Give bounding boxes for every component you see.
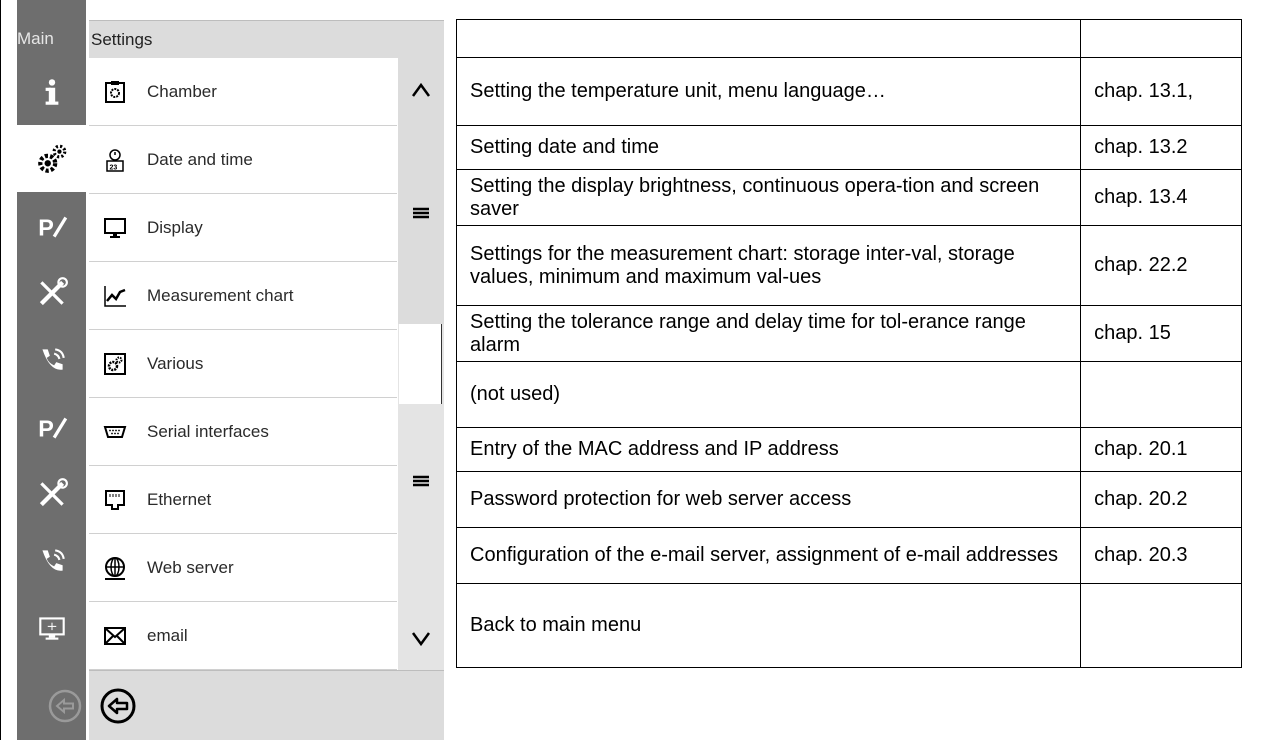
table-row: Setting the temperature unit, menu langu… [455,57,1242,126]
bottom-bar [89,670,444,740]
chapter-cell [1080,583,1242,668]
ethernet-icon [105,489,125,510]
menu-item-label: email [147,625,188,645]
menu-item-chamber[interactable]: Chamber [89,58,397,126]
program-edit-icon[interactable]: P [17,393,86,460]
menu-item-label: Ethernet [147,489,212,509]
description-cell: Setting the temperature unit, menu langu… [455,57,1082,126]
phone-icon[interactable] [17,527,86,594]
globe-icon [105,556,125,580]
chapter-cell: chap. 20.3 [1080,527,1242,584]
description-cell: Setting the tolerance range and delay ti… [455,305,1082,362]
chapter-cell: chap. 13.1, [1080,57,1242,126]
side-rail: P P [17,0,86,740]
menu-item-label: Serial interfaces [147,421,269,441]
main-tab[interactable]: Main [17,20,86,58]
page-title: Settings [91,29,153,49]
menu-item-label: Display [147,217,203,237]
table-row: Settings for the measurement chart: stor… [455,225,1242,306]
envelope-icon [104,626,126,645]
menu-item-web-server[interactable]: Web server [89,534,397,602]
back-button[interactable] [99,687,137,725]
menu-item-measurement-chart[interactable]: Measurement chart [89,262,397,330]
calendar-clock-icon: 23 [106,148,124,172]
serial-port-icon [103,425,127,438]
menu-item-label: Measurement chart [147,285,294,305]
service-tools-icon[interactable] [17,259,86,326]
monitor-icon [104,217,126,238]
menu-item-various[interactable]: Various [89,330,397,398]
chapter-cell: chap. 13.2 [1080,125,1242,170]
description-cell: (not used) [455,361,1082,428]
program-edit-icon[interactable]: P [17,192,86,259]
phone-icon[interactable] [17,326,86,393]
various-gear-icon [104,352,126,375]
table-row: Setting date and time chap. 13.2 [455,125,1242,170]
table-row: Setting the display brightness, continuo… [455,169,1242,226]
description-cell [455,19,1082,58]
chapter-cell: chap. 20.1 [1080,427,1242,472]
chapter-cell: chap. 20.2 [1080,471,1242,528]
menu-item-display[interactable]: Display [89,194,397,262]
scroll-handle-lower[interactable] [406,466,436,496]
svg-text:23: 23 [110,164,118,171]
description-cell: Entry of the MAC address and IP address [455,427,1082,472]
table-row: Entry of the MAC address and IP address c… [455,427,1242,472]
table-row: Password protection for web server acces… [455,471,1242,528]
menu-item-label: Various [147,353,204,373]
svg-text:P: P [38,214,54,240]
service-tools-icon[interactable] [17,460,86,527]
scroll-track [399,324,442,404]
menu-item-label: Date and time [147,149,253,169]
chamber-icon [105,80,125,103]
table-row [455,19,1242,58]
table-row: Configuration of the e-mail server, assi… [455,527,1242,584]
description-cell: Setting date and time [455,125,1082,170]
description-cell: Configuration of the e-mail server, assi… [455,527,1082,584]
chapter-cell [1080,19,1242,58]
table-row: Setting the tolerance range and delay ti… [455,305,1242,362]
chapter-cell: chap. 15 [1080,305,1242,362]
menu-item-serial-interfaces[interactable]: Serial interfaces [89,398,397,466]
grip-lines-icon [413,475,429,487]
chapter-cell: chap. 22.2 [1080,225,1242,306]
chevron-down-icon [411,632,431,647]
menu-item-label: Web server [147,557,234,577]
description-cell: Setting the display brightness, continuo… [455,169,1082,226]
menu-item-label: Chamber [147,81,217,101]
table-row: Back to main menu [455,583,1242,668]
scroll-down-button[interactable] [406,623,436,653]
chapter-cell: chap. 13.4 [1080,169,1242,226]
line-chart-icon [104,285,126,307]
device-screen: P P Main Settings Chamber 23 Date and ti… [0,0,444,740]
menu-item-ethernet[interactable]: Ethernet [89,466,397,534]
table-row: (not used) [455,361,1242,428]
svg-text:P: P [38,415,54,441]
scroll-handle-upper[interactable] [406,198,436,228]
menu-item-email[interactable]: email [89,602,397,670]
description-table: Setting the temperature unit, menu langu… [455,19,1242,668]
settings-gears-icon[interactable] [17,125,86,192]
description-cell: Back to main menu [455,583,1082,668]
info-icon[interactable] [17,58,86,125]
back-icon [48,689,82,723]
chapter-cell [1080,361,1242,428]
grip-lines-icon [413,207,429,219]
settings-menu-list: Chamber 23 Date and time Display Measure… [89,58,397,670]
scroll-up-button[interactable] [406,76,436,106]
chevron-up-icon [411,82,431,97]
display-screen-icon[interactable] [17,594,86,661]
menu-item-date-and-time[interactable]: 23 Date and time [89,126,397,194]
description-cell: Settings for the measurement chart: stor… [455,225,1082,306]
description-cell: Password protection for web server acces… [455,471,1082,528]
scrollbar[interactable] [398,58,444,670]
settings-title-bar: Settings [89,20,444,58]
